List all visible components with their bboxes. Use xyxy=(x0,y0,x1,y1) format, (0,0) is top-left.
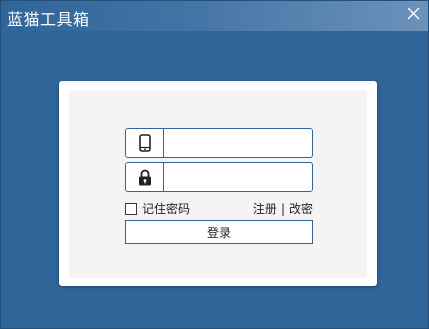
register-link[interactable]: 注册 xyxy=(253,200,277,217)
phone-input[interactable] xyxy=(164,129,312,157)
window-title: 蓝猫工具箱 xyxy=(7,10,90,29)
close-icon xyxy=(407,7,419,20)
phone-field xyxy=(125,128,313,158)
lock-icon-box xyxy=(126,163,164,191)
title-bar: 蓝猫工具箱 xyxy=(1,1,428,31)
remember-password[interactable]: 记住密码 xyxy=(125,200,190,217)
options-row: 记住密码 注册 | 改密 xyxy=(125,200,313,216)
password-field xyxy=(125,162,313,192)
login-panel: 记住密码 注册 | 改密 登录 xyxy=(69,91,367,278)
remember-label: 记住密码 xyxy=(142,202,191,216)
change-password-link[interactable]: 改密 xyxy=(289,200,313,217)
lock-icon xyxy=(138,169,151,185)
login-card: 记住密码 注册 | 改密 登录 xyxy=(59,81,377,286)
link-separator: | xyxy=(280,201,285,216)
login-button[interactable]: 登录 xyxy=(125,220,313,244)
password-input[interactable] xyxy=(164,163,312,191)
account-links: 注册 | 改密 xyxy=(253,200,313,217)
phone-icon xyxy=(138,134,151,152)
close-button[interactable] xyxy=(402,4,424,24)
remember-checkbox[interactable] xyxy=(125,202,137,215)
app-window: 蓝猫工具箱 记住密码 注册 | 改密 登录 xyxy=(0,0,429,329)
phone-icon-box xyxy=(126,129,164,157)
